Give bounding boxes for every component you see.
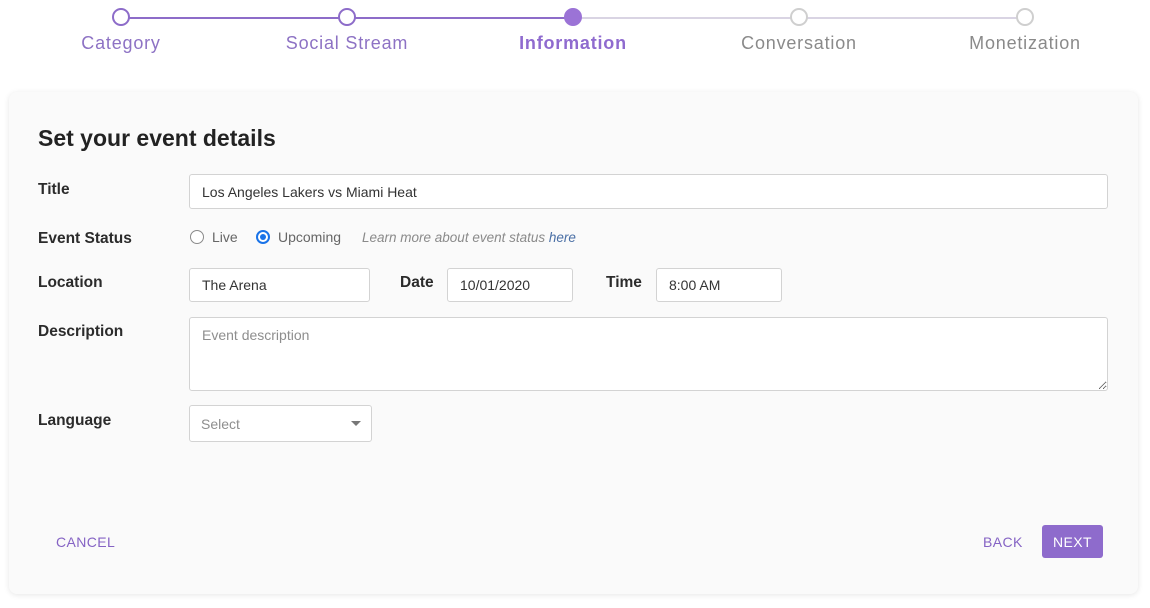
title-label: Title xyxy=(38,181,70,198)
location-label: Location xyxy=(38,274,103,291)
event-status-help-link[interactable]: here xyxy=(549,230,576,245)
page-title: Set your event details xyxy=(38,125,276,151)
event-status-help-text: Learn more about event status xyxy=(362,230,549,245)
cancel-button[interactable]: CANCEL xyxy=(56,534,115,550)
location-input[interactable] xyxy=(189,268,370,302)
live-radio-label[interactable]: Live xyxy=(212,229,238,245)
step-dot-social-stream[interactable] xyxy=(338,8,356,26)
step-dot-category[interactable] xyxy=(112,8,130,26)
step-label-conversation[interactable]: Conversation xyxy=(699,33,899,54)
date-label: Date xyxy=(400,274,434,291)
event-status-help: Learn more about event status here xyxy=(362,230,576,245)
date-input[interactable] xyxy=(447,268,573,302)
step-label-monetization[interactable]: Monetization xyxy=(925,33,1125,54)
status-option-upcoming[interactable]: Upcoming xyxy=(256,229,341,245)
status-option-live[interactable]: Live xyxy=(190,229,238,245)
step-dot-information[interactable] xyxy=(564,8,582,26)
language-select-value[interactable]: Select xyxy=(201,416,240,432)
step-dot-conversation[interactable] xyxy=(790,8,808,26)
time-input[interactable] xyxy=(656,268,782,302)
language-label: Language xyxy=(38,412,112,429)
event-details-card: Set your event details Title Event Statu… xyxy=(9,92,1138,594)
language-select[interactable]: Select xyxy=(189,405,372,442)
progress-stepper: Category Social Stream Information Conve… xyxy=(0,0,1150,70)
next-button[interactable]: NEXT xyxy=(1042,525,1103,558)
description-label: Description xyxy=(38,323,124,340)
upcoming-radio-label[interactable]: Upcoming xyxy=(278,229,341,245)
time-label: Time xyxy=(606,274,642,291)
step-label-category[interactable]: Category xyxy=(21,33,221,54)
upcoming-radio[interactable] xyxy=(256,230,270,244)
live-radio[interactable] xyxy=(190,230,204,244)
back-button[interactable]: BACK xyxy=(983,534,1023,550)
description-textarea[interactable] xyxy=(189,317,1108,391)
step-dot-monetization[interactable] xyxy=(1016,8,1034,26)
step-label-social-stream[interactable]: Social Stream xyxy=(247,33,447,54)
chevron-down-icon[interactable] xyxy=(351,421,361,426)
title-input[interactable] xyxy=(189,174,1108,209)
step-label-information[interactable]: Information xyxy=(473,33,673,54)
event-status-label: Event Status xyxy=(38,230,132,247)
